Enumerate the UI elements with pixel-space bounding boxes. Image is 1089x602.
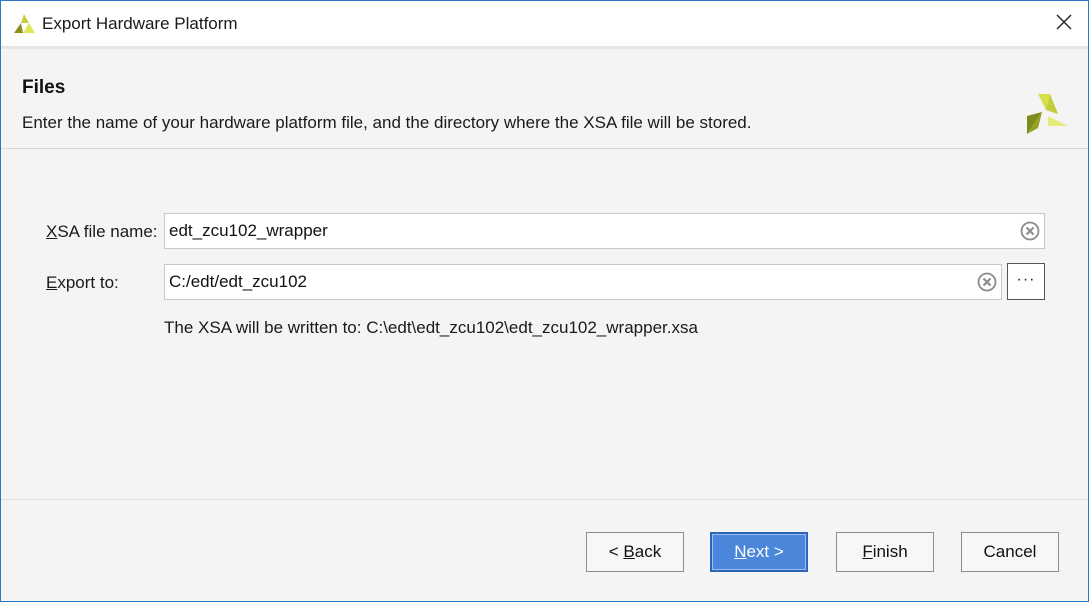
back-button[interactable]: < Back <box>586 532 684 572</box>
xilinx-logo-icon <box>1027 94 1068 134</box>
title-bar[interactable]: Export Hardware Platform <box>1 1 1088 46</box>
back-mnemonic: B <box>623 542 635 561</box>
xsa-file-name-input[interactable]: edt_zcu102_wrapper <box>164 213 1045 249</box>
footer-separator <box>1 499 1088 500</box>
next-label: ext > <box>746 542 784 561</box>
finish-mnemonic: F <box>862 542 873 561</box>
next-button[interactable]: Next > <box>710 532 808 572</box>
browse-dots: ··· <box>1016 271 1036 288</box>
xsa-file-name-label: XSA file name: <box>46 222 158 242</box>
xsa-file-name-mnemonic: X <box>46 222 58 241</box>
export-to-value: C:/edt/edt_zcu102 <box>169 272 307 291</box>
wizard-header: Files Enter the name of your hardware pl… <box>1 49 1088 148</box>
window-title: Export Hardware Platform <box>42 14 238 33</box>
cancel-label: Cancel <box>983 542 1037 561</box>
page-heading: Files <box>22 77 66 98</box>
finish-button[interactable]: Finish <box>836 532 934 572</box>
close-icon[interactable] <box>1054 12 1074 32</box>
output-path-note: The XSA will be written to: C:\edt\edt_z… <box>164 318 698 337</box>
xsa-file-name-label-text: SA file name: <box>57 222 158 241</box>
cancel-button[interactable]: Cancel <box>961 532 1059 572</box>
clear-icon[interactable] <box>977 272 997 292</box>
next-mnemonic: N <box>734 542 747 561</box>
xilinx-logo-icon <box>14 14 35 33</box>
clear-icon[interactable] <box>1020 221 1040 241</box>
export-to-mnemonic: E <box>46 273 58 292</box>
browse-button[interactable]: ··· <box>1007 263 1045 300</box>
export-to-label-text: xport to: <box>57 273 119 292</box>
header-separator <box>1 148 1088 149</box>
export-to-input[interactable]: C:/edt/edt_zcu102 <box>164 264 1002 300</box>
dialog-window: Export Hardware Platform Files Enter the… <box>0 0 1089 602</box>
back-label: ack <box>634 542 662 561</box>
page-description: Enter the name of your hardware platform… <box>22 113 752 132</box>
export-to-label: Export to: <box>46 273 119 293</box>
finish-label: inish <box>872 542 908 561</box>
xsa-file-name-value: edt_zcu102_wrapper <box>169 221 328 240</box>
back-prefix: < <box>608 542 624 561</box>
